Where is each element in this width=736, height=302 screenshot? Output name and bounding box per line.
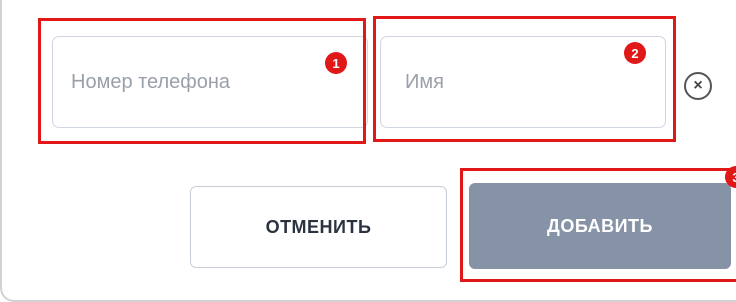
phone-number-input[interactable]: Номер телефона: [52, 36, 368, 128]
annotation-badge-2: 2: [624, 42, 646, 64]
add-contact-dialog: Номер телефона Имя × ОТМЕНИТЬ ДОБАВИТЬ 1…: [0, 0, 736, 302]
clear-row-icon[interactable]: ×: [684, 72, 712, 100]
close-icon: ×: [693, 77, 703, 94]
add-button[interactable]: ДОБАВИТЬ: [469, 183, 731, 269]
name-placeholder: Имя: [405, 70, 444, 93]
phone-placeholder: Номер телефона: [71, 70, 231, 93]
annotation-badge-1: 1: [325, 52, 347, 74]
cancel-button[interactable]: ОТМЕНИТЬ: [190, 186, 447, 268]
name-input[interactable]: Имя: [380, 36, 666, 128]
